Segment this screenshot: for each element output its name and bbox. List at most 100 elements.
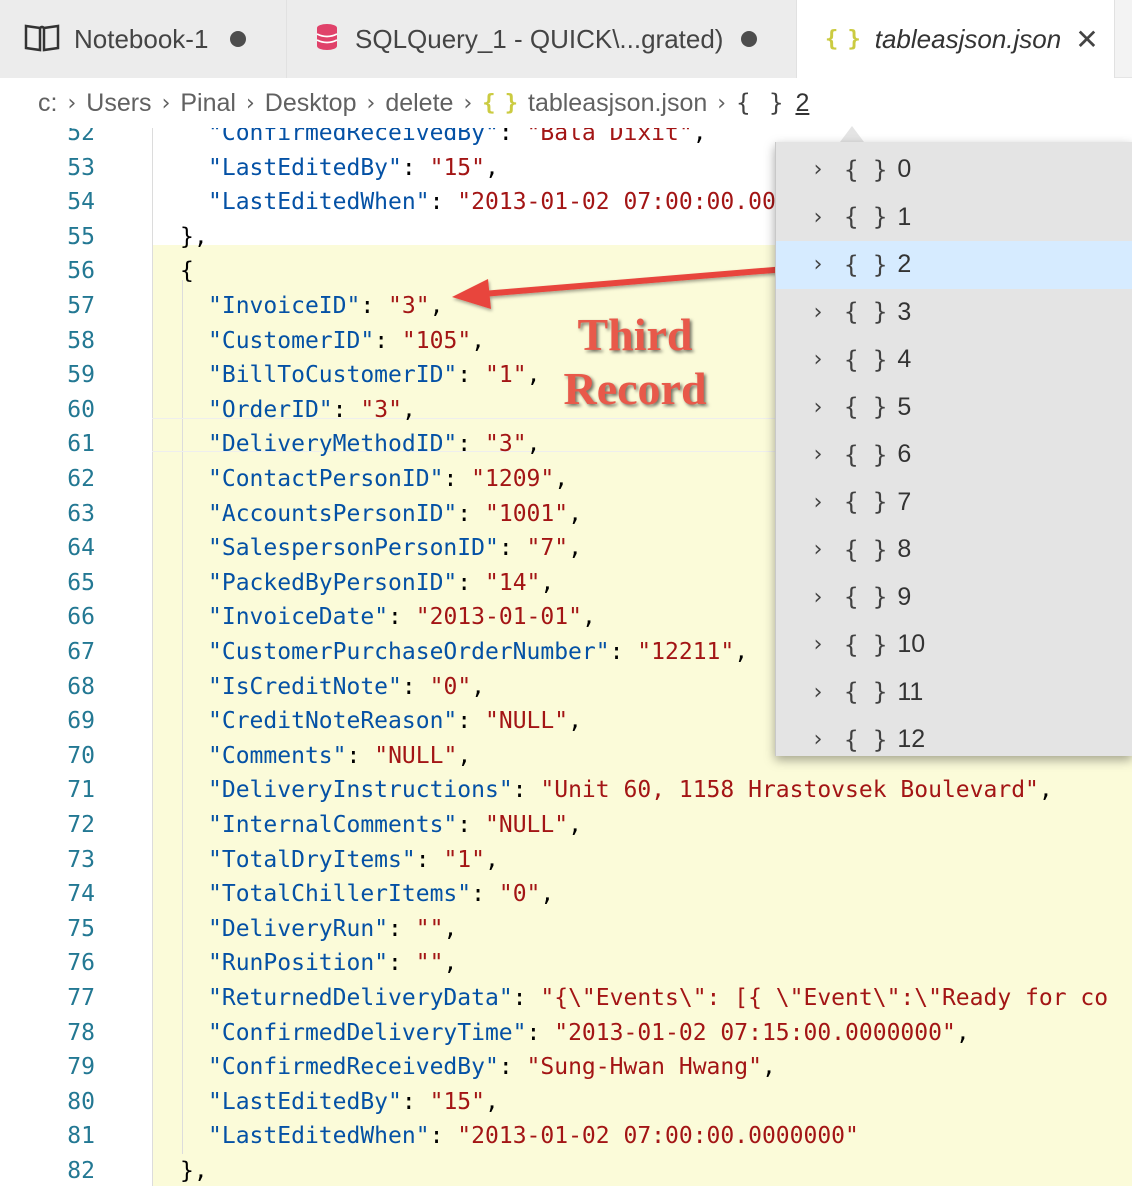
punctuation: , (568, 812, 582, 838)
code-text: "ConfirmedReceivedBy": "Sung-Hwan Hwang"… (208, 1054, 776, 1081)
breadcrumb-item-current[interactable]: 2 (795, 89, 809, 118)
dropdown-item[interactable]: ›{ } 4 (776, 336, 1132, 384)
json-key: Comments (221, 742, 333, 769)
json-value: 15 (443, 154, 472, 181)
tab-sqlquery-1[interactable]: SQLQuery_1 - QUICK\...grated) (287, 0, 797, 78)
dropdown-item[interactable]: ›{ } 11 (776, 669, 1132, 717)
chevron-right-icon[interactable]: › (798, 632, 838, 657)
chevron-right-icon[interactable]: › (798, 252, 838, 277)
tab-tableasjson[interactable]: { } tableasjson.json ✕ (797, 0, 1115, 78)
line-number: 74 (67, 881, 95, 908)
dropdown-item[interactable]: ›{ } 5 (776, 384, 1132, 432)
punctuation: , (955, 1019, 970, 1046)
dropdown-item[interactable]: ›{ } 9 (776, 574, 1132, 622)
breadcrumb-item[interactable]: tableasjson.json (528, 89, 707, 118)
chevron-right-icon[interactable]: › (798, 300, 838, 325)
code-text: "LastEditedWhen": "2013-01-02 07:00:00.0… (208, 189, 859, 216)
code-line[interactable]: 79 "ConfirmedReceivedBy": "Sung-Hwan Hwan… (0, 1050, 1132, 1085)
object-icon: { } (844, 488, 888, 517)
chevron-right-icon[interactable]: › (798, 442, 838, 467)
json-key: IsCreditNote (221, 673, 389, 700)
chevron-right-icon[interactable]: › (798, 395, 838, 420)
chevron-right-icon: › (67, 90, 77, 116)
breadcrumb-item[interactable]: c: (38, 89, 57, 118)
line-number: 79 (67, 1054, 95, 1081)
dropdown-item[interactable]: ›{ } 7 (776, 479, 1132, 527)
json-value: 1001 (498, 500, 555, 527)
code-line[interactable]: 71 "DeliveryInstructions": "Unit 60, 1158… (0, 773, 1132, 808)
code-line[interactable]: 72 "InternalComments": "NULL", (0, 808, 1132, 843)
punctuation: , (761, 1054, 776, 1081)
dropdown-item[interactable]: ›{ } 6 (776, 431, 1132, 479)
tab-label: SQLQuery_1 - QUICK\...grated) (355, 23, 724, 54)
code-line[interactable]: 81 "LastEditedWhen": "2013-01-02 07:00:00… (0, 1119, 1132, 1154)
code-text: "IsCreditNote": "0", (208, 673, 486, 700)
code-line[interactable]: 80 "LastEditedBy": "15", (0, 1085, 1132, 1120)
chevron-right-icon[interactable]: › (798, 205, 838, 230)
dropdown-item[interactable]: ›{ } 8 (776, 526, 1132, 574)
line-number: 53 (67, 154, 95, 181)
chevron-right-icon[interactable]: › (798, 347, 838, 372)
chevron-right-icon[interactable]: › (798, 537, 838, 562)
code-line[interactable]: 76 "RunPosition": "", (0, 946, 1132, 981)
line-number: 55 (67, 223, 95, 250)
breadcrumb-picker-dropdown[interactable]: ›{ } 0 ›{ } 1 ›{ } 2 ›{ } 3 ›{ } 4 ›{ } 5 ›{ } 6 ›{ } 7… (775, 142, 1132, 756)
dropdown-item-label: 8 (897, 535, 912, 564)
code-text: "ContactPersonID": "1209", (208, 466, 569, 492)
code-line[interactable]: 75 "DeliveryRun": "", (0, 912, 1132, 947)
json-value: 2013-01-02 07:00:00.0000000 (471, 1123, 846, 1150)
json-file-icon: { } (482, 90, 518, 116)
line-number: 80 (67, 1088, 95, 1115)
code-text: "Comments": "NULL", (208, 742, 472, 769)
json-value: 12211 (651, 639, 721, 665)
line-number: 81 (67, 1123, 95, 1150)
code-line[interactable]: 77 "ReturnedDeliveryData": "{\"Events\": … (0, 981, 1132, 1016)
line-number: 73 (67, 846, 95, 873)
json-value: {\"Events\": [{ \"Event\":\"Ready for co (554, 985, 1109, 1011)
line-number: 64 (67, 535, 95, 562)
json-key: TotalChillerItems (221, 881, 458, 908)
dropdown-item[interactable]: ›{ } 10 (776, 621, 1132, 669)
chevron-right-icon[interactable]: › (798, 490, 838, 515)
line-number: 65 (67, 569, 95, 596)
dropdown-item[interactable]: ›{ } 1 (776, 194, 1132, 242)
code-line[interactable]: 82}, (0, 1154, 1132, 1186)
code-text: "DeliveryMethodID": "3", (208, 431, 541, 458)
code-text: }, (180, 1154, 208, 1186)
json-key: PackedByPersonID (221, 569, 444, 596)
breadcrumb-item[interactable]: delete (385, 89, 453, 118)
breadcrumb-item[interactable]: Pinal (180, 89, 236, 118)
code-line[interactable]: 73 "TotalDryItems": "1", (0, 843, 1132, 878)
dropdown-item[interactable]: ›{ } 12 (776, 716, 1132, 756)
breadcrumb-item[interactable]: Desktop (265, 89, 357, 118)
tab-notebook-1[interactable]: Notebook-1 (0, 0, 287, 78)
json-value: NULL (388, 742, 444, 769)
dropdown-item[interactable]: ›{ } 0 (776, 146, 1132, 194)
chevron-right-icon[interactable]: › (798, 680, 838, 705)
code-text: "TotalDryItems": "1", (208, 846, 499, 873)
dropdown-caret (840, 126, 864, 142)
breadcrumb-item[interactable]: Users (86, 89, 151, 118)
punctuation: , (540, 569, 555, 596)
chevron-right-icon: › (463, 90, 473, 116)
json-key: ConfirmedDeliveryTime (221, 1019, 513, 1046)
dropdown-item[interactable]: ›{ } 3 (776, 289, 1132, 337)
chevron-right-icon[interactable]: › (798, 585, 838, 610)
json-value: NULL (498, 812, 555, 838)
json-value: 15 (443, 1088, 472, 1115)
close-icon[interactable]: ✕ (1075, 23, 1098, 56)
line-number: 72 (67, 812, 95, 838)
code-text: "OrderID": "3", (208, 396, 416, 423)
code-line[interactable]: 78 "ConfirmedDeliveryTime": "2013-01-02 0… (0, 1016, 1132, 1051)
punctuation: { (180, 258, 194, 285)
line-number: 52 (67, 128, 95, 146)
json-key: DeliveryMethodID (221, 431, 444, 458)
dropdown-item[interactable]: ›{ } 2 (776, 241, 1132, 289)
punctuation: , (1038, 777, 1053, 804)
code-line[interactable]: 74 "TotalChillerItems": "0", (0, 877, 1132, 912)
code-text: "InvoiceID": "3", (208, 293, 444, 319)
chevron-right-icon[interactable]: › (798, 727, 838, 752)
chevron-right-icon[interactable]: › (798, 157, 838, 182)
json-key: ContactPersonID (221, 466, 430, 492)
code-text: "ReturnedDeliveryData": "{\"Events\": [{… (208, 985, 1109, 1011)
